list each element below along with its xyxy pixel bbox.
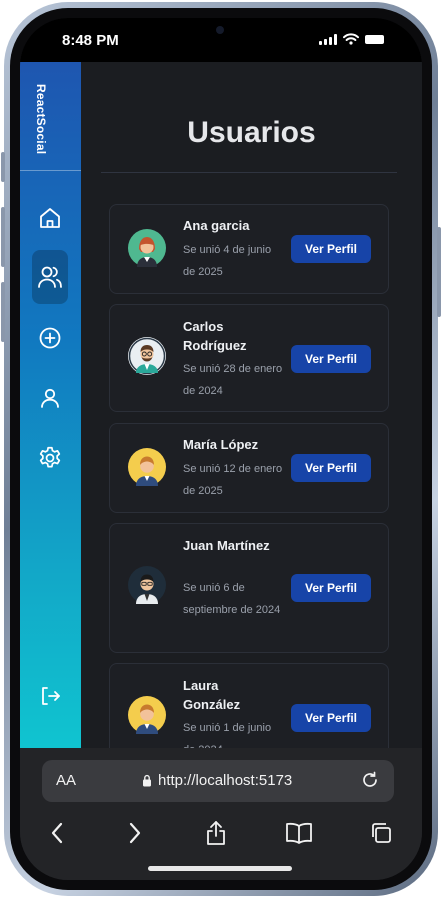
user-joined-date: Se unió 4 de junio de 2025: [183, 244, 272, 278]
volume-up-button: [1, 207, 5, 267]
forward-button[interactable]: [120, 818, 150, 848]
share-button[interactable]: [201, 818, 231, 848]
sidebar-item-profile[interactable]: [34, 382, 66, 414]
chevron-right-icon: [129, 822, 141, 844]
view-profile-button[interactable]: Ver Perfil: [291, 235, 371, 263]
sidebar-item-home[interactable]: [34, 202, 66, 234]
mute-switch: [1, 152, 5, 182]
user-card: Carlos Rodríguez Se unió 28 de enero de …: [109, 304, 389, 412]
user-joined-date: Se unió 6 de septiembre de 2024: [183, 582, 281, 616]
page-title: Usuarios: [187, 116, 316, 149]
camera-icon: [216, 26, 224, 34]
address-bar[interactable]: AA http://localhost:5173: [42, 760, 394, 802]
user-card: María López Se unió 12 de enero de 2025 …: [109, 423, 389, 513]
user-name: Laura González: [183, 678, 241, 712]
title-divider: [101, 172, 397, 173]
share-icon: [207, 821, 225, 845]
sidebar-divider: [20, 170, 81, 171]
book-icon: [286, 822, 312, 844]
status-icons: [319, 33, 384, 45]
brand-logo: ReactSocial: [34, 84, 48, 155]
signal-icon: [319, 33, 337, 45]
view-profile-button[interactable]: Ver Perfil: [291, 454, 371, 482]
avatar-man-icon: [128, 696, 166, 734]
view-profile-button[interactable]: Ver Perfil: [291, 704, 371, 732]
url-display[interactable]: http://localhost:5173: [142, 772, 292, 789]
main-content: Usuarios Ana garcia Se unió 4 de junio d…: [81, 62, 422, 748]
back-button[interactable]: [42, 818, 72, 848]
user-name: Juan Martínez: [183, 538, 270, 553]
url-text: http://localhost:5173: [158, 772, 293, 789]
user-joined-date: Se unió 1 de junio de 2024: [183, 722, 272, 748]
sidebar-item-users[interactable]: [32, 250, 68, 304]
user-joined-date: Se unió 12 de enero de 2025: [183, 463, 283, 497]
user-card: Laura González Se unió 1 de junio de 202…: [109, 663, 389, 748]
volume-down-button: [1, 282, 5, 342]
user-card: Juan Martínez Se unió 6 de septiembre de…: [109, 523, 389, 653]
reload-icon[interactable]: [360, 770, 380, 790]
screen: 8:48 PM ReactSocial Usuarios Ana garcia …: [20, 18, 422, 880]
user-icon: [41, 388, 59, 408]
home-indicator: [148, 866, 292, 871]
user-card: Ana garcia Se unió 4 de junio de 2025 Ve…: [109, 204, 389, 294]
chevron-left-icon: [51, 822, 63, 844]
gear-icon: [39, 446, 61, 468]
avatar-man-dark-icon: [128, 566, 166, 604]
wifi-icon: [343, 33, 359, 45]
text-size-button[interactable]: AA: [56, 772, 76, 789]
sidebar-item-settings[interactable]: [34, 442, 66, 474]
avatar-man-glasses-icon: [128, 337, 166, 375]
user-name: Carlos Rodríguez: [183, 319, 247, 353]
user-name: María López: [183, 437, 259, 452]
view-profile-button[interactable]: Ver Perfil: [291, 345, 371, 373]
sidebar-item-logout[interactable]: [34, 680, 66, 712]
status-time: 8:48 PM: [62, 32, 119, 49]
sidebar-item-create[interactable]: [34, 322, 66, 354]
status-bar: 8:48 PM: [20, 18, 422, 62]
notch: [148, 18, 294, 48]
user-joined-date: Se unió 28 de enero de 2024: [183, 363, 283, 397]
plus-circle-icon: [39, 327, 61, 349]
avatar-man-icon: [128, 448, 166, 486]
tabs-button[interactable]: [366, 818, 396, 848]
logout-icon: [42, 687, 60, 705]
view-profile-button[interactable]: Ver Perfil: [291, 574, 371, 602]
home-icon: [40, 208, 60, 228]
lock-icon: [143, 774, 151, 787]
avatar-woman-icon: [128, 229, 166, 267]
users-icon: [38, 266, 62, 288]
bookmarks-button[interactable]: [284, 818, 314, 848]
browser-toolbar: AA http://localhost:5173: [20, 748, 422, 880]
power-button: [437, 227, 441, 317]
user-name: Ana garcia: [183, 218, 250, 233]
sidebar: ReactSocial: [20, 62, 81, 748]
battery-icon: [365, 34, 384, 44]
tabs-icon: [372, 823, 391, 843]
